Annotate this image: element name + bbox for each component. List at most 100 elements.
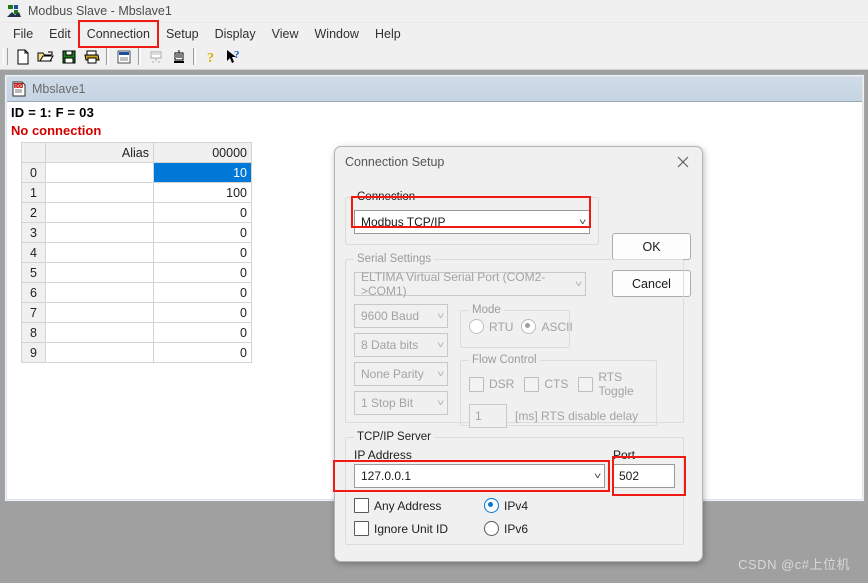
tcp-server-group: TCP/IP Server IP Address 127.0.0.1 ˅ Por… <box>345 431 684 545</box>
alias-cell-7[interactable] <box>45 302 154 323</box>
parity-combo[interactable]: None Parity ˅ <box>354 362 448 386</box>
baud-rate-combo[interactable]: 9600 Baud ˅ <box>354 304 448 328</box>
value-cell-0[interactable]: 10 <box>153 162 252 183</box>
menu-view[interactable]: View <box>264 25 307 43</box>
window-definition-icon[interactable] <box>112 46 135 68</box>
chevron-down-icon: ˅ <box>436 398 445 408</box>
context-help-arrow-icon[interactable]: ? <box>222 46 245 68</box>
value-cell-3[interactable]: 0 <box>153 222 252 243</box>
header-00000: 00000 <box>153 142 252 163</box>
rts-delay-row: 1 [ms] RTS disable delay <box>469 404 650 428</box>
value-cell-8[interactable]: 0 <box>153 322 252 343</box>
checkbox-ignore-unit-id-label: Ignore Unit ID <box>374 521 449 536</box>
alias-cell-2[interactable] <box>45 202 154 223</box>
serial-settings-columns: 9600 Baud ˅ 8 Data bits ˅ None Parity ˅ <box>354 304 675 428</box>
connection-type-combo[interactable]: Modbus TCP/IP ˅ <box>354 210 590 234</box>
mode-options: RTU ASCII <box>469 319 573 334</box>
checkbox-dsr[interactable]: DSR <box>469 376 514 392</box>
rts-delay-value: 1 <box>475 409 482 423</box>
radio-rtu[interactable]: RTU <box>469 319 513 334</box>
alias-cell-3[interactable] <box>45 222 154 243</box>
chevron-down-icon: ˅ <box>574 279 583 289</box>
alias-cell-0[interactable] <box>45 162 154 183</box>
alias-cell-4[interactable] <box>45 242 154 263</box>
ok-button[interactable]: OK <box>612 233 691 260</box>
mode-group: Mode RTU ASCII <box>460 304 573 348</box>
menu-window[interactable]: Window <box>307 25 367 43</box>
disconnect-icon[interactable] <box>167 46 190 68</box>
radio-ascii[interactable]: ASCII <box>521 319 573 334</box>
window-titlebar: Modbus Slave - Mbslave1 <box>0 0 868 23</box>
checkbox-box-icon <box>578 376 594 392</box>
checkbox-box-icon <box>524 376 540 392</box>
new-document-icon[interactable] <box>11 46 34 68</box>
checkbox-rts-toggle[interactable]: RTS Toggle <box>578 370 650 398</box>
checkbox-cts[interactable]: CTS <box>524 376 568 392</box>
tcp-checkbox-column: Any Address Ignore Unit ID <box>354 498 484 536</box>
alias-cell-5[interactable] <box>45 262 154 283</box>
serial-port-combo[interactable]: ELTIMA Virtual Serial Port (COM2->COM1) … <box>354 270 586 298</box>
mode-flow-column: Mode RTU ASCII Flow Control DSR CTS RTS … <box>460 304 665 428</box>
serial-params-column: 9600 Baud ˅ 8 Data bits ˅ None Parity ˅ <box>354 304 448 426</box>
checkbox-any-address[interactable]: Any Address <box>354 498 484 513</box>
table-row[interactable]: 5 0 <box>21 262 252 283</box>
chevron-down-icon: ˅ <box>436 369 445 379</box>
value-cell-2[interactable]: 0 <box>153 202 252 223</box>
table-row[interactable]: 7 0 <box>21 302 252 323</box>
row-index-9: 9 <box>21 342 46 363</box>
save-floppy-icon[interactable] <box>57 46 80 68</box>
checkbox-any-address-label: Any Address <box>374 498 442 513</box>
alias-cell-6[interactable] <box>45 282 154 303</box>
port-label: Port <box>613 448 636 462</box>
table-row[interactable]: 9 0 <box>21 342 252 363</box>
window-title: Modbus Slave - Mbslave1 <box>28 4 172 18</box>
table-row[interactable]: 3 0 <box>21 222 252 243</box>
table-row[interactable]: 0 10 <box>21 162 252 183</box>
value-cell-1[interactable]: 100 <box>153 182 252 203</box>
mdi-child-title: Mbslave1 <box>32 82 86 96</box>
value-cell-4[interactable]: 0 <box>153 242 252 263</box>
connect-icon[interactable] <box>144 46 167 68</box>
menu-edit[interactable]: Edit <box>41 25 79 43</box>
screenshot-root: Modbus Slave - Mbslave1 File Edit Connec… <box>0 0 868 583</box>
data-bits-combo[interactable]: 8 Data bits ˅ <box>354 333 448 357</box>
menu-bar: File Edit Connection Setup Display View … <box>0 19 868 48</box>
svg-text:DOC: DOC <box>14 83 25 88</box>
port-input[interactable]: 502 <box>613 464 675 488</box>
table-row[interactable]: 6 0 <box>21 282 252 303</box>
radio-ipv6[interactable]: IPv6 <box>484 521 528 536</box>
table-row[interactable]: 4 0 <box>21 242 252 263</box>
menu-file[interactable]: File <box>5 25 41 43</box>
menu-help[interactable]: Help <box>367 25 409 43</box>
value-cell-6[interactable]: 0 <box>153 282 252 303</box>
print-icon[interactable] <box>80 46 103 68</box>
help-question-icon[interactable]: ? <box>199 46 222 68</box>
menu-display[interactable]: Display <box>207 25 264 43</box>
alias-cell-8[interactable] <box>45 322 154 343</box>
stop-bits-combo[interactable]: 1 Stop Bit ˅ <box>354 391 448 415</box>
table-row[interactable]: 2 0 <box>21 202 252 223</box>
menu-connection[interactable]: Connection <box>77 19 160 48</box>
alias-cell-1[interactable] <box>45 182 154 203</box>
alias-cell-9[interactable] <box>45 342 154 363</box>
value-cell-5[interactable]: 0 <box>153 262 252 283</box>
ip-address-combo[interactable]: 127.0.0.1 ˅ <box>354 464 605 488</box>
rts-delay-input[interactable]: 1 <box>469 404 507 428</box>
checkbox-box-icon <box>469 376 484 392</box>
serial-settings-legend: Serial Settings <box>354 253 435 265</box>
port-value: 502 <box>619 469 640 483</box>
menu-setup[interactable]: Setup <box>158 25 207 43</box>
table-row[interactable]: 1 100 <box>21 182 252 203</box>
slave-id-function-label: ID = 1: F = 03 <box>11 105 95 120</box>
radio-ipv4[interactable]: IPv4 <box>484 498 528 513</box>
open-folder-icon[interactable] <box>34 46 57 68</box>
close-x-icon[interactable] <box>666 149 700 175</box>
dialog-title: Connection Setup <box>345 155 445 169</box>
ip-address-field-wrap: IP Address 127.0.0.1 ˅ <box>354 448 605 488</box>
toolbar-grip[interactable] <box>3 48 8 65</box>
checkbox-ignore-unit-id[interactable]: Ignore Unit ID <box>354 521 484 536</box>
mode-group-legend: Mode <box>469 304 504 316</box>
value-cell-9[interactable]: 0 <box>153 342 252 363</box>
value-cell-7[interactable]: 0 <box>153 302 252 323</box>
table-row[interactable]: 8 0 <box>21 322 252 343</box>
